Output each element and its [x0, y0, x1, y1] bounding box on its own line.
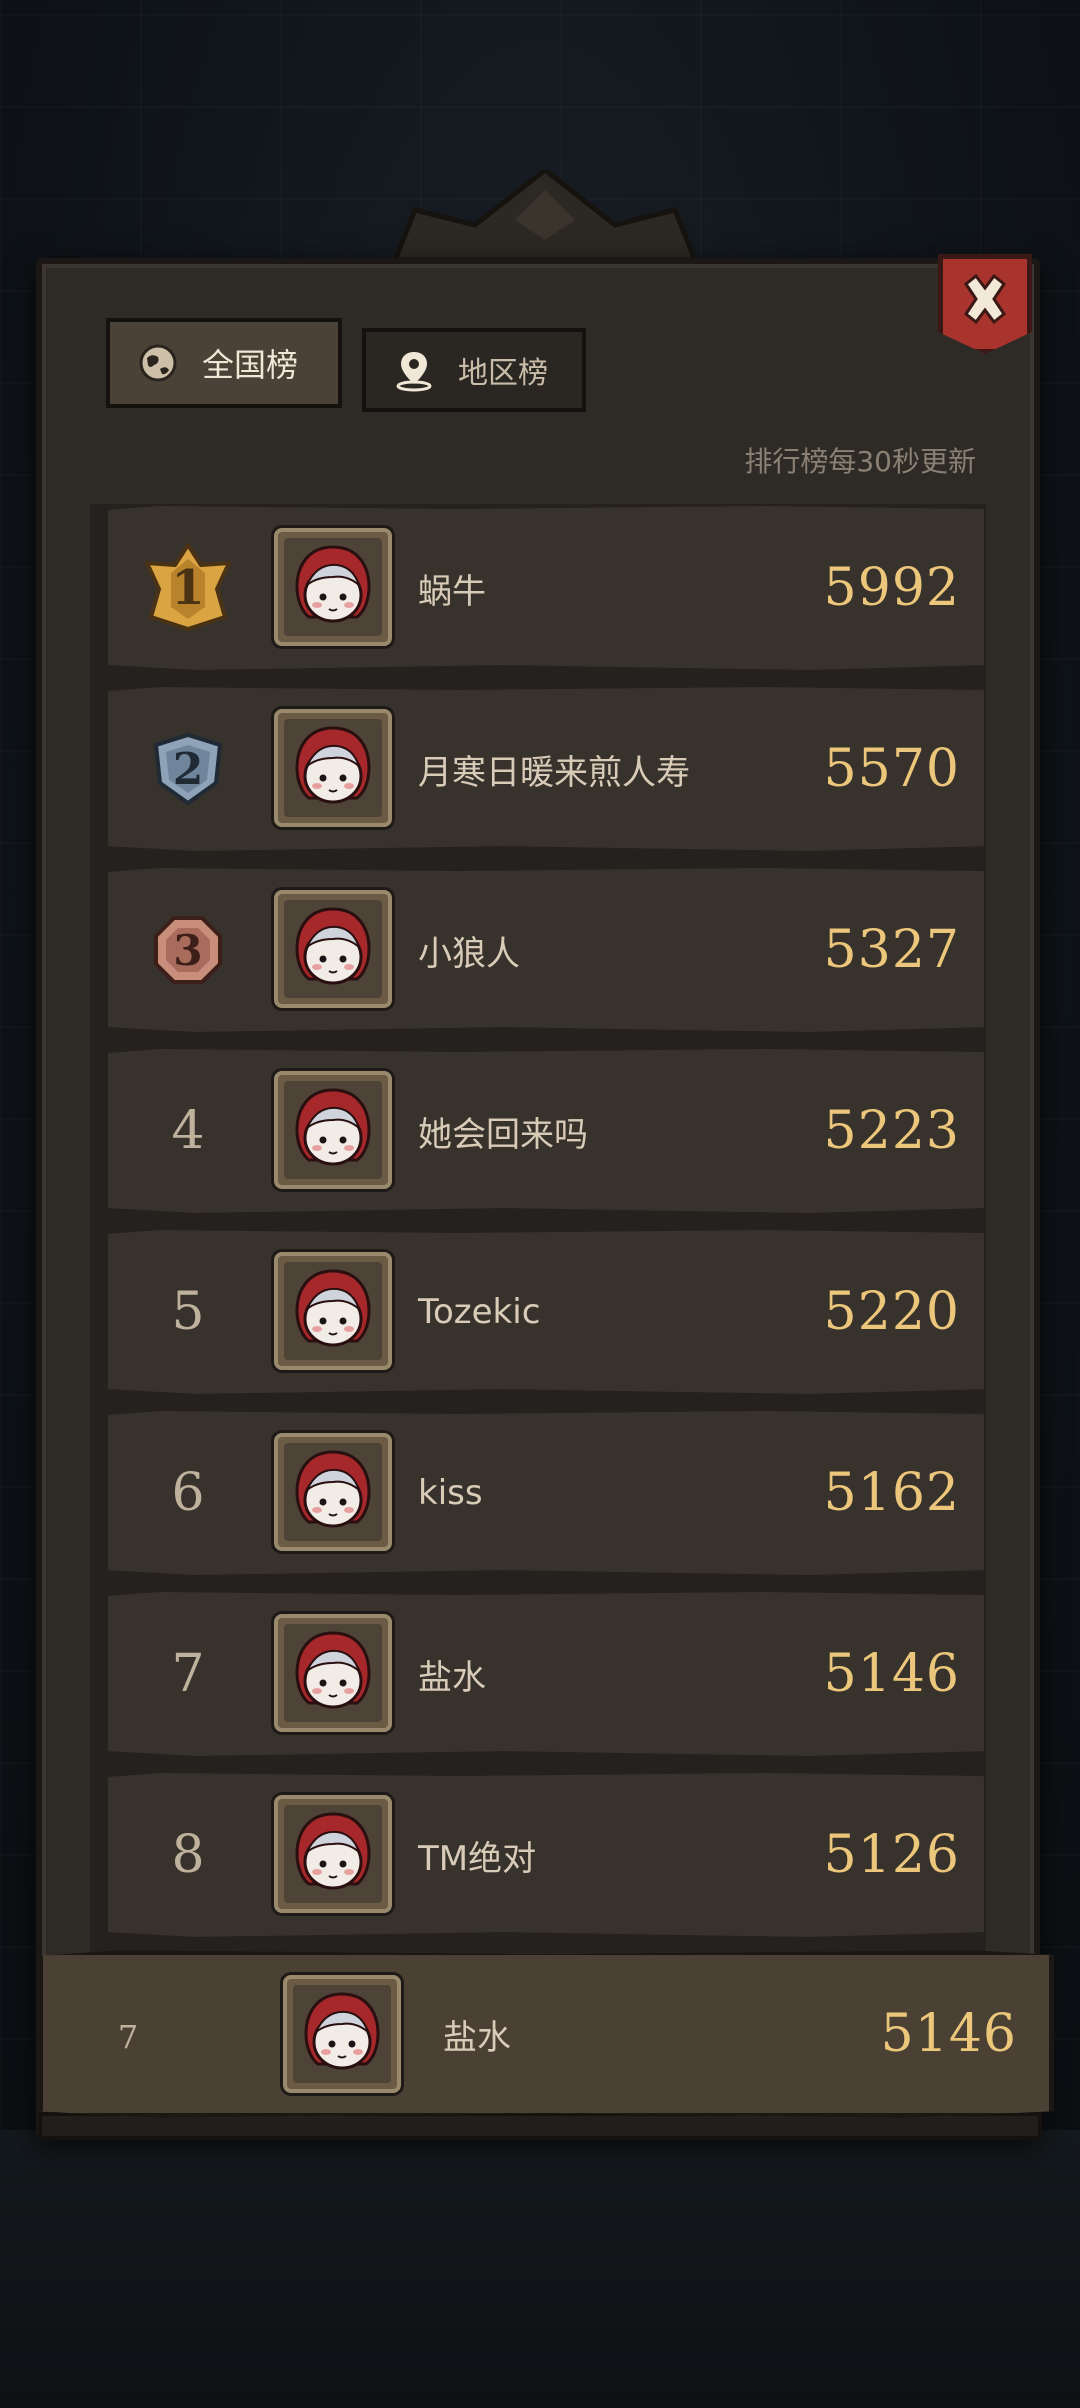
avatar[interactable]: [274, 1071, 392, 1189]
player-score: 5570: [823, 739, 960, 799]
globe-icon: [136, 341, 180, 385]
crown-ornament: [395, 170, 695, 260]
avatar-icon: [295, 1269, 371, 1347]
avatar[interactable]: [274, 1614, 392, 1732]
player-score: 5126: [823, 1825, 960, 1885]
my-rank-row[interactable]: 7 盐水 5146: [38, 1950, 1054, 2118]
avatar[interactable]: [274, 1433, 392, 1551]
my-player-name: 盐水: [443, 2017, 511, 2058]
location-pin-icon: [392, 348, 436, 392]
avatar-icon: [295, 1812, 371, 1890]
table-row[interactable]: 2 月寒日暖来煎人寿 5570: [108, 687, 984, 851]
my-rank-number: 7: [117, 2018, 139, 2056]
rank-slot: 5: [108, 1230, 268, 1394]
table-row[interactable]: 6 kiss 5162: [108, 1411, 984, 1575]
player-score: 5992: [823, 558, 960, 618]
avatar-icon: [295, 1088, 371, 1166]
player-score: 5146: [823, 1644, 960, 1704]
rank-slot: 7: [83, 1955, 173, 2118]
player-name: TM绝对: [418, 1838, 537, 1879]
avatar-icon: [295, 1631, 371, 1709]
rank-slot: 6: [108, 1411, 268, 1575]
rank-slot: 7: [108, 1592, 268, 1756]
table-row[interactable]: 3 小狼人 5327: [108, 868, 984, 1032]
player-name: 她会回来吗: [418, 1114, 588, 1155]
avatar[interactable]: [274, 890, 392, 1008]
rank-number: 7: [171, 1644, 205, 1704]
rank-number: 8: [171, 1825, 205, 1885]
rank-slot: 8: [108, 1773, 268, 1937]
player-score: 5223: [823, 1101, 960, 1161]
close-x-icon: [963, 273, 1007, 325]
avatar-icon: [295, 545, 371, 623]
avatar-icon: [304, 1992, 380, 2070]
player-name: 蜗牛: [418, 571, 486, 612]
avatar[interactable]: [274, 709, 392, 827]
rank-number: 4: [171, 1101, 205, 1161]
player-name: Tozekic: [418, 1292, 541, 1332]
tab-national-label: 全国榜: [202, 346, 299, 384]
player-name: 小狼人: [418, 933, 520, 974]
rank-number: 1: [171, 560, 205, 616]
avatar[interactable]: [274, 528, 392, 646]
player-score: 5220: [823, 1282, 960, 1342]
rank-number: 3: [173, 925, 203, 975]
update-note: 排行榜每30秒更新: [744, 445, 976, 478]
player-score: 5327: [823, 920, 960, 980]
avatar-icon: [295, 726, 371, 804]
rank-number: 6: [171, 1463, 205, 1523]
tab-national[interactable]: 全国榜: [106, 318, 342, 408]
rank-medal: 2: [108, 687, 268, 851]
player-name: 盐水: [418, 1657, 486, 1698]
rank-slot: 4: [108, 1049, 268, 1213]
player-score: 5162: [823, 1463, 960, 1523]
background-floor: [0, 2130, 1080, 2408]
avatar[interactable]: [274, 1252, 392, 1370]
avatar-icon: [295, 907, 371, 985]
rank-number: 5: [171, 1282, 205, 1342]
table-row[interactable]: 8 TM绝对 5126: [108, 1773, 984, 1937]
table-row[interactable]: 5 Tozekic 5220: [108, 1230, 984, 1394]
player-name: kiss: [418, 1473, 483, 1513]
table-row[interactable]: 1 蜗牛 5992: [108, 506, 984, 670]
avatar[interactable]: [274, 1795, 392, 1913]
tab-regional-label: 地区榜: [458, 356, 548, 391]
rank-medal: 1: [108, 506, 268, 670]
tab-regional[interactable]: 地区榜: [362, 328, 586, 412]
my-avatar[interactable]: [283, 1975, 401, 2093]
leaderboard-list: 1 蜗牛 5992 2 月寒日暖来煎人寿 5570 3 小狼人 5327 4 她…: [108, 506, 984, 1954]
rank-medal: 3: [108, 868, 268, 1032]
my-player-score: 5146: [880, 2004, 1017, 2064]
table-row[interactable]: 7 盐水 5146: [108, 1592, 984, 1756]
table-row[interactable]: 4 她会回来吗 5223: [108, 1049, 984, 1213]
player-name: 月寒日暖来煎人寿: [418, 752, 690, 793]
avatar-icon: [295, 1450, 371, 1528]
rank-number: 2: [172, 743, 204, 795]
